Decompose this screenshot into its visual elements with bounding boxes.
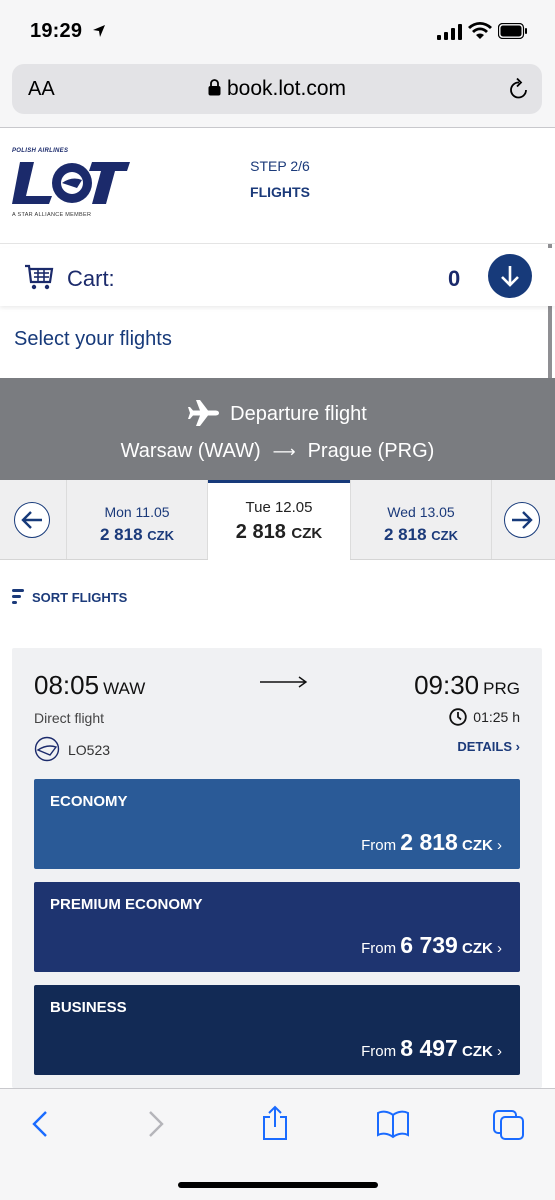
route-arrow-icon: ⟶ — [272, 444, 296, 461]
sort-icon — [12, 589, 24, 604]
cart-count: 0 — [448, 266, 461, 291]
origin-city: Warsaw (WAW) — [120, 440, 261, 462]
arrow-left-icon — [21, 511, 42, 529]
lot-carrier-icon — [34, 736, 60, 762]
flight-number: LO523 — [34, 736, 110, 762]
departure-airport-code: WAW — [103, 679, 146, 698]
chevron-right-icon: › — [497, 1043, 502, 1060]
arrow-down-icon — [501, 266, 519, 287]
fare-price: From 6 739 CZK › — [361, 932, 502, 958]
next-date-button[interactable] — [494, 492, 550, 548]
reload-icon[interactable] — [508, 77, 530, 101]
date-option-wed[interactable]: Wed 13.05 2 818 CZK — [350, 480, 492, 559]
page-title: Select your flights — [14, 328, 172, 350]
date-label: Mon 11.05 — [104, 504, 170, 520]
star-alliance-label: A STAR ALLIANCE MEMBER — [12, 212, 92, 218]
date-price: 2 818 — [235, 521, 286, 543]
address-bar[interactable]: AA book.lot.com — [12, 64, 542, 114]
cart-icon — [25, 264, 54, 290]
lot-logo-mark-icon — [12, 162, 130, 204]
cart-bar[interactable]: Cart: 0 — [0, 248, 555, 306]
bookmarks-icon[interactable] — [376, 1109, 410, 1139]
fare-premium-economy[interactable]: PREMIUM ECONOMY From 6 739 CZK › — [34, 882, 520, 972]
clock-icon — [449, 708, 467, 726]
fare-name: ECONOMY — [50, 793, 128, 810]
previous-date-button[interactable] — [4, 492, 60, 548]
date-option-tue-selected[interactable]: Tue 12.05 2 818 CZK — [208, 480, 350, 560]
fare-price: From 2 818 CZK › — [361, 829, 502, 855]
cellular-signal-icon — [437, 24, 462, 40]
url-display[interactable]: book.lot.com — [12, 77, 542, 101]
status-time: 19:29 — [30, 20, 83, 42]
sort-label: SORT FLIGHTS — [32, 590, 128, 605]
departure-heading: Departure flight — [230, 403, 367, 425]
arrival-time: 09:30 PRG — [414, 670, 520, 700]
step-name: FLIGHTS — [250, 184, 310, 200]
status-bar: 19:29 — [0, 0, 555, 62]
date-label: Wed 13.05 — [387, 504, 455, 520]
date-label: Tue 12.05 — [245, 499, 313, 516]
chevron-right-icon: › — [515, 739, 520, 754]
date-carousel: Mon 11.05 2 818 CZK Tue 12.05 2 818 CZK … — [0, 480, 555, 560]
date-price: 2 818 — [100, 525, 143, 544]
fare-price: From 8 497 CZK › — [361, 1035, 502, 1061]
date-option-mon[interactable]: Mon 11.05 2 818 CZK — [66, 480, 208, 559]
chevron-right-icon: › — [497, 940, 502, 957]
step-number: STEP 2/6 — [250, 158, 310, 174]
home-indicator[interactable] — [178, 1182, 378, 1188]
fare-name: BUSINESS — [50, 999, 127, 1016]
sort-flights-button[interactable]: SORT FLIGHTS — [12, 589, 127, 605]
tabs-icon[interactable] — [492, 1109, 526, 1141]
lot-logo[interactable]: POLISH AIRLINES A STAR ALLIANCE MEMBER — [12, 148, 137, 228]
fare-economy[interactable]: ECONOMY From 2 818 CZK › — [34, 779, 520, 869]
site-header: POLISH AIRLINES A STAR ALLIANCE MEMBER S… — [0, 128, 555, 244]
destination-city: Prague (PRG) — [307, 440, 435, 462]
date-currency: CZK — [291, 525, 323, 542]
fare-name: PREMIUM ECONOMY — [50, 896, 203, 913]
date-currency: CZK — [431, 528, 458, 543]
chevron-right-icon: › — [497, 837, 502, 854]
flight-arrow-icon — [260, 676, 308, 688]
logo-tagline: POLISH AIRLINES — [12, 148, 69, 154]
arrow-right-icon — [512, 511, 533, 529]
forward-icon[interactable] — [146, 1109, 166, 1139]
booking-step-indicator: STEP 2/6 FLIGHTS — [210, 158, 350, 200]
flight-card: 08:05 WAW 09:30 PRG Direct flight 01:25 h … — [12, 648, 542, 1088]
back-icon[interactable] — [30, 1109, 50, 1139]
flight-duration: 01:25 h — [449, 708, 520, 726]
departure-time: 08:05 WAW — [34, 670, 146, 700]
wifi-icon — [468, 22, 492, 39]
fare-business[interactable]: BUSINESS From 8 497 CZK › — [34, 985, 520, 1075]
departure-banner: Departure flight Warsaw (WAW) ⟶ Prague (PR… — [0, 378, 555, 480]
share-icon[interactable] — [260, 1105, 290, 1141]
flight-type: Direct flight — [34, 710, 105, 726]
flight-details-link[interactable]: DETAILS › — [457, 739, 520, 754]
url-text: book.lot.com — [226, 77, 347, 100]
lock-icon — [208, 79, 221, 96]
date-price: 2 818 — [384, 525, 427, 544]
date-currency: CZK — [147, 528, 174, 543]
cart-expand-button[interactable] — [488, 254, 532, 298]
cart-label: Cart: — [67, 266, 115, 291]
location-arrow-icon — [93, 25, 105, 37]
browser-address-area: AA book.lot.com — [0, 62, 555, 128]
battery-icon — [498, 23, 527, 39]
arrival-airport-code: PRG — [483, 679, 520, 698]
airplane-icon — [188, 400, 220, 426]
